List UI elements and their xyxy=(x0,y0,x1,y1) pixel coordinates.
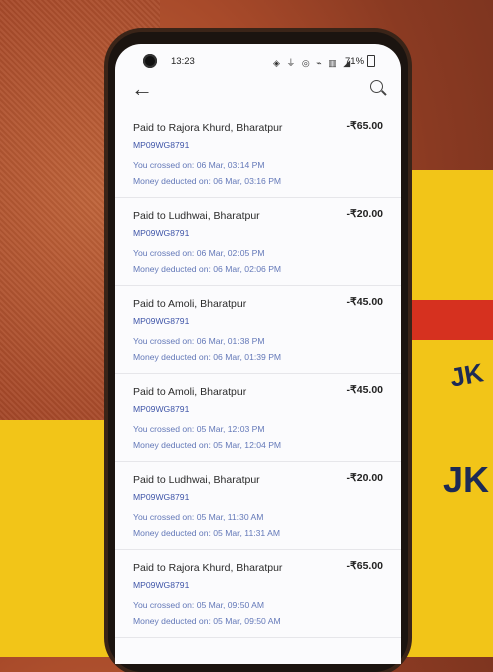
txn-amount: -₹65.00 xyxy=(346,560,383,572)
txn-amount: -₹20.00 xyxy=(346,208,383,220)
txn-crossed: You crossed on: 05 Mar, 12:03 PM xyxy=(133,424,265,434)
list-item[interactable]: Paid to Ludhwai, Bharatpur -₹20.00 MP09W… xyxy=(115,462,401,550)
background-bag-text: JK xyxy=(447,357,486,393)
background-bag-text-2: JK xyxy=(442,459,489,500)
txn-vehicle: MP09WG8791 xyxy=(133,404,190,414)
status-bar: 13:23 ◈ ⏚ ◎ ⌁ ▥ ◢ 71% xyxy=(115,44,401,74)
background-red-strip xyxy=(403,300,493,340)
txn-vehicle: MP09WG8791 xyxy=(133,580,190,590)
front-camera xyxy=(143,54,157,68)
txn-title: Paid to Ludhwai, Bharatpur xyxy=(133,474,260,486)
txn-deducted: Money deducted on: 06 Mar, 03:16 PM xyxy=(133,176,282,186)
search-icon[interactable] xyxy=(370,80,383,93)
list-item[interactable]: Paid to Ludhwai, Bharatpur -₹20.00 MP09W… xyxy=(115,198,401,286)
txn-deducted: Money deducted on: 06 Mar, 02:06 PM xyxy=(133,264,282,274)
phone-screen: 13:23 ◈ ⏚ ◎ ⌁ ▥ ◢ 71% ← Paid to Rajora K… xyxy=(115,44,401,664)
txn-title: Paid to Ludhwai, Bharatpur xyxy=(133,210,260,222)
txn-amount: -₹45.00 xyxy=(346,384,383,396)
txn-title: Paid to Rajora Khurd, Bharatpur xyxy=(133,122,283,134)
txn-crossed: You crossed on: 05 Mar, 09:50 AM xyxy=(133,600,265,610)
txn-title: Paid to Amoli, Bharatpur xyxy=(133,298,247,310)
txn-deducted: Money deducted on: 05 Mar, 09:50 AM xyxy=(133,616,281,626)
txn-vehicle: MP09WG8791 xyxy=(133,228,190,238)
txn-title: Paid to Rajora Khurd, Bharatpur xyxy=(133,562,283,574)
txn-amount: -₹20.00 xyxy=(346,472,383,484)
list-item[interactable]: Paid to Rajora Khurd, Bharatpur -₹65.00 … xyxy=(115,550,401,638)
list-item[interactable]: Paid to Amoli, Bharatpur -₹45.00 MP09WG8… xyxy=(115,374,401,462)
txn-vehicle: MP09WG8791 xyxy=(133,140,190,150)
txn-crossed: You crossed on: 06 Mar, 01:38 PM xyxy=(133,336,265,346)
list-item[interactable]: Paid to Amoli, Bharatpur -₹45.00 MP09WG8… xyxy=(115,286,401,374)
txn-crossed: You crossed on: 06 Mar, 02:05 PM xyxy=(133,248,265,258)
top-bar: ← xyxy=(115,74,401,110)
txn-deducted: Money deducted on: 05 Mar, 12:04 PM xyxy=(133,440,282,450)
transaction-list: Paid to Rajora Khurd, Bharatpur -₹65.00 … xyxy=(115,110,401,638)
txn-title: Paid to Amoli, Bharatpur xyxy=(133,386,247,398)
status-time: 13:23 xyxy=(171,56,195,67)
txn-crossed: You crossed on: 06 Mar, 03:14 PM xyxy=(133,160,265,170)
battery-icon xyxy=(367,55,375,67)
txn-deducted: Money deducted on: 06 Mar, 01:39 PM xyxy=(133,352,282,362)
list-item[interactable]: Paid to Rajora Khurd, Bharatpur -₹65.00 … xyxy=(115,110,401,198)
battery-percent: 71% xyxy=(345,56,365,67)
txn-deducted: Money deducted on: 05 Mar, 11:31 AM xyxy=(133,528,280,538)
txn-vehicle: MP09WG8791 xyxy=(133,492,190,502)
txn-amount: -₹65.00 xyxy=(346,120,383,132)
txn-crossed: You crossed on: 05 Mar, 11:30 AM xyxy=(133,512,264,522)
background-bag-left xyxy=(0,420,110,657)
back-arrow-icon[interactable]: ← xyxy=(131,76,153,102)
txn-amount: -₹45.00 xyxy=(346,296,383,308)
txn-vehicle: MP09WG8791 xyxy=(133,316,190,326)
status-icons: ◈ ⏚ ◎ ⌁ ▥ ◢ xyxy=(273,58,353,68)
